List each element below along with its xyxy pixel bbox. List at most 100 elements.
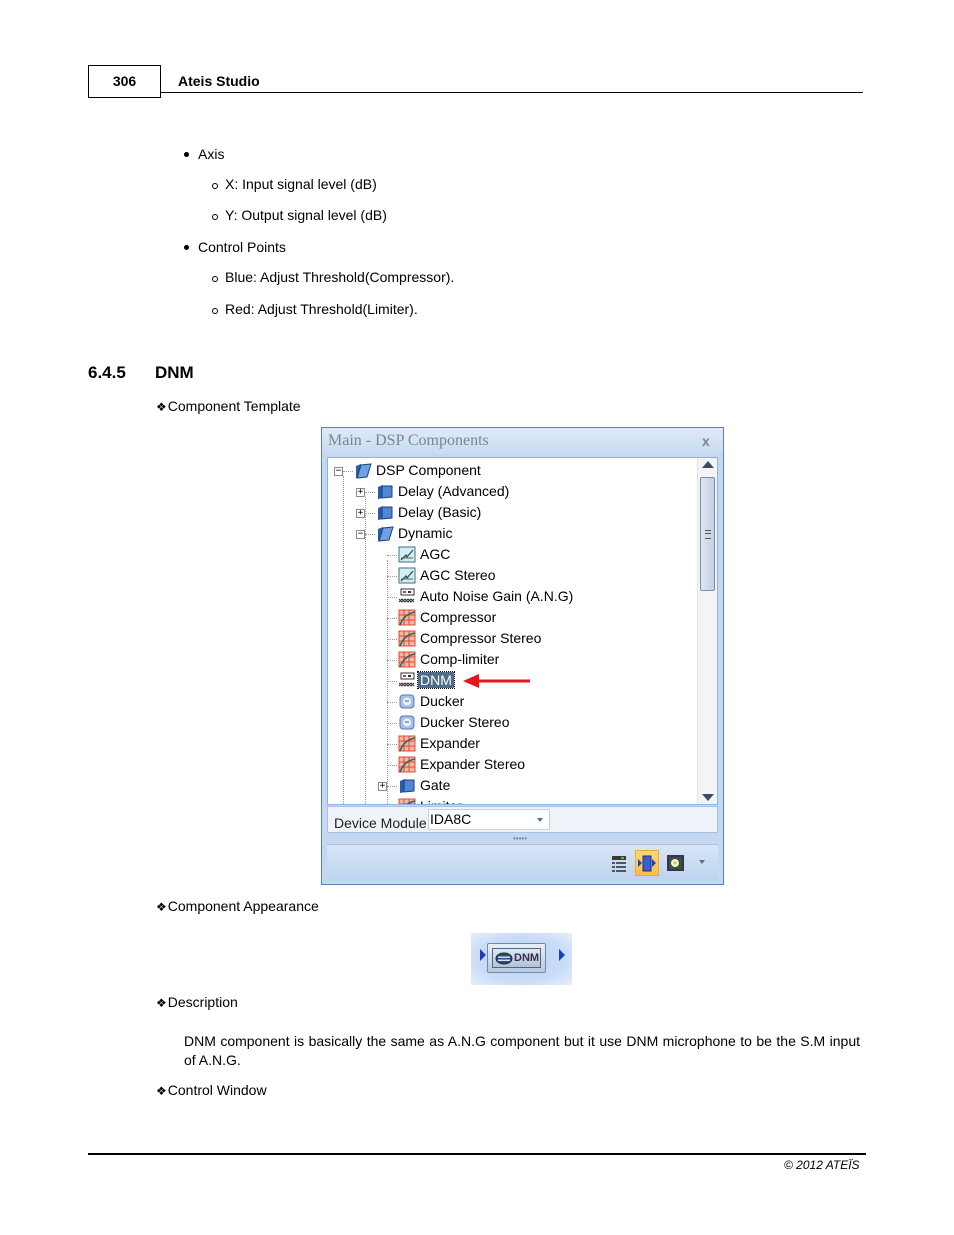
tree-item[interactable]: AGC Stereo	[398, 565, 497, 586]
folder-open-icon	[354, 462, 372, 479]
window-titlebar[interactable]: Main - DSP Components x	[322, 428, 723, 454]
tree-item-label: Ducker Stereo	[420, 714, 510, 730]
curve-grid-icon	[398, 609, 416, 626]
tree-item[interactable]: Comp-limiter	[398, 649, 501, 670]
tree-connector	[387, 555, 397, 556]
list-view-button[interactable]	[607, 850, 631, 876]
scroll-thumb[interactable]	[700, 477, 715, 591]
vertical-scrollbar[interactable]	[697, 458, 717, 804]
component-inner: DNM	[492, 948, 541, 968]
tree-guide-line	[343, 476, 344, 804]
tree-item[interactable]: Auto Noise Gain (A.N.G)	[398, 586, 575, 607]
sublist-item-label: Blue: Adjust Threshold(Compressor).	[225, 269, 455, 285]
device-module-value: IDA8C	[430, 811, 472, 827]
circle-bullet-icon	[212, 214, 218, 221]
panel-splitter[interactable]: •••••	[327, 835, 718, 843]
component-view-button[interactable]	[635, 850, 659, 876]
header-divider	[161, 92, 863, 93]
tree-item-label: Compressor Stereo	[420, 630, 542, 646]
tree-item-label: Auto Noise Gain (A.N.G)	[420, 588, 574, 604]
subheading-description: ❖Description	[156, 994, 238, 1011]
footer-divider	[88, 1153, 866, 1155]
subheading-control-window: ❖Control Window	[156, 1082, 267, 1099]
grip-icon	[705, 530, 711, 539]
tree-item[interactable]: Ducker Stereo	[398, 712, 511, 733]
tree-item[interactable]: Expander	[398, 733, 482, 754]
diamond-bullet-icon: ❖	[156, 1084, 167, 1098]
list-item-control-points: Control Points	[184, 239, 286, 255]
dnm-component-block[interactable]: DNM	[471, 933, 572, 985]
device-module-select[interactable]: IDA8C	[428, 809, 550, 830]
tree-item[interactable]: Limiter	[398, 796, 464, 804]
page-number: 306	[88, 65, 161, 98]
subheading-label: Component Appearance	[167, 898, 319, 914]
tree-item[interactable]: Delay (Basic)	[376, 502, 483, 523]
tree-item-label: Limiter	[418, 798, 464, 804]
tree-item[interactable]: DSP Component	[354, 460, 483, 481]
sublist-item: X: Input signal level (dB)	[212, 176, 377, 192]
subheading-template: ❖Component Template	[156, 398, 301, 415]
tree-connector	[387, 660, 397, 661]
ducker-icon	[398, 693, 416, 710]
tree-item[interactable]: Dynamic	[376, 523, 454, 544]
tree-item[interactable]: Ducker	[398, 691, 466, 712]
scroll-down-arrow-icon[interactable]	[702, 794, 714, 801]
sublist-item-label: Y: Output signal level (dB)	[225, 207, 387, 223]
tree-item-label: Delay (Basic)	[398, 504, 482, 520]
component-tree: DSP Component − Delay (Advanced) + Delay (Ba…	[327, 457, 718, 805]
tree-connector	[387, 744, 397, 745]
expand-icon[interactable]: +	[356, 488, 365, 497]
collapse-icon[interactable]: −	[356, 530, 365, 539]
ang-icon	[398, 588, 416, 605]
window-toolbar	[327, 844, 718, 881]
tree-item[interactable]: AGC	[398, 544, 452, 565]
sublist-item: Red: Adjust Threshold(Limiter).	[212, 301, 418, 317]
tree-item-label: Dynamic	[398, 525, 453, 541]
tree-connector	[387, 723, 397, 724]
image-view-button[interactable]	[663, 850, 687, 876]
toolbar-overflow-arrow-icon[interactable]	[699, 860, 705, 864]
tree-item-label: DSP Component	[376, 462, 481, 478]
folder-icon	[398, 777, 416, 794]
copyright: © 2012 ATEÏS	[784, 1158, 860, 1172]
collapse-icon[interactable]: −	[334, 467, 343, 476]
tree-item[interactable]: Gate	[398, 775, 452, 796]
splitter-grip-icon: •••••	[513, 834, 528, 843]
tree-connector	[365, 492, 375, 493]
circle-bullet-icon	[212, 183, 218, 190]
subheading-label: Component Template	[167, 398, 301, 414]
dropdown-arrow-icon	[537, 818, 543, 822]
ducker-icon	[398, 714, 416, 731]
circle-bullet-icon	[212, 276, 218, 283]
section-title: DNM	[155, 363, 194, 382]
device-module-bar: Device Module IDA8C	[327, 806, 718, 833]
folder-icon	[376, 483, 394, 500]
tree-connector	[387, 618, 397, 619]
tree-item[interactable]: Compressor	[398, 607, 498, 628]
document-title: Ateis Studio	[178, 73, 260, 89]
device-module-label: Device Module	[334, 815, 427, 831]
tree-item[interactable]: DNM	[398, 670, 455, 691]
tree-item[interactable]: Expander Stereo	[398, 754, 527, 775]
tree-guide-line	[365, 497, 366, 804]
curve-grid-icon	[398, 756, 416, 773]
microphone-icon	[495, 952, 513, 965]
annotation-arrow-icon	[463, 674, 530, 688]
curve-grid-icon	[398, 651, 416, 668]
tree-item-label: Delay (Advanced)	[398, 483, 510, 499]
close-icon[interactable]: x	[702, 433, 710, 449]
scroll-up-arrow-icon[interactable]	[702, 461, 714, 468]
expand-icon[interactable]: +	[378, 782, 387, 791]
tree-item[interactable]: Compressor Stereo	[398, 628, 543, 649]
window-title: Main - DSP Components	[328, 432, 489, 449]
tree-item[interactable]: Delay (Advanced)	[376, 481, 511, 502]
tree-connector	[387, 681, 397, 682]
dsp-components-window: Main - DSP Components x DSP Component − De…	[321, 427, 724, 885]
tree-connector	[387, 786, 397, 787]
circle-bullet-icon	[212, 308, 218, 315]
tree-connector	[387, 597, 397, 598]
input-port-arrow-icon	[480, 949, 486, 961]
description-paragraph: DNM component is basically the same as A…	[184, 1033, 860, 1068]
expand-icon[interactable]: +	[356, 509, 365, 518]
folder-icon	[376, 504, 394, 521]
